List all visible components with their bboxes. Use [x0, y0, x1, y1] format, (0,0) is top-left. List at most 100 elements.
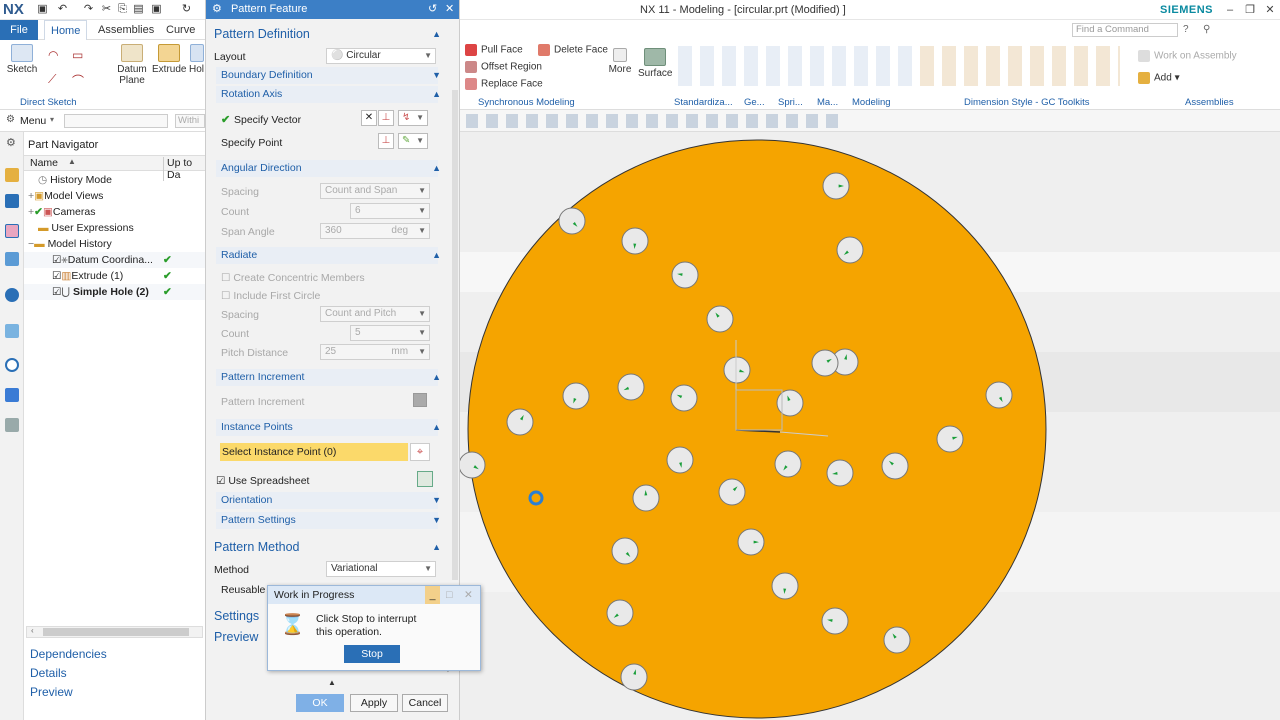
instance-points-header[interactable]: Instance Points — [216, 419, 438, 436]
radiate-header[interactable]: Radiate — [216, 247, 438, 264]
hole-button[interactable]: Hol — [188, 44, 205, 75]
rectangle-icon[interactable]: ▭ — [72, 48, 83, 62]
hole-19[interactable] — [774, 450, 802, 478]
section-pattern-definition[interactable]: Pattern Definition — [214, 25, 444, 43]
delete-face-button[interactable]: Delete Face — [538, 44, 608, 56]
more-options-icon[interactable]: ▲ — [328, 678, 336, 687]
hole-29[interactable] — [883, 626, 911, 654]
hole-2[interactable] — [558, 207, 586, 235]
group-modeling[interactable]: Modeling — [852, 97, 891, 108]
group-ge[interactable]: Ge... — [744, 97, 765, 108]
menu-button[interactable]: Menu — [20, 115, 46, 127]
layout-select[interactable]: ⚪ Circular ▼ — [326, 48, 436, 64]
pattern-settings-header[interactable]: Pattern Settings — [216, 512, 438, 529]
hole-22[interactable] — [632, 484, 660, 512]
point-crosshair-icon[interactable]: ⌖ — [410, 443, 430, 461]
pull-face-button[interactable]: Pull Face — [465, 44, 523, 56]
tree-row-history-mode[interactable]: ◷ History Mode — [24, 172, 205, 188]
tree-row-user-expressions[interactable]: ▬ User Expressions — [24, 220, 205, 236]
pattern-increment-header[interactable]: Pattern Increment — [216, 369, 438, 386]
hole-6[interactable] — [706, 305, 734, 333]
part-view[interactable] — [460, 132, 1280, 720]
group-standardization[interactable]: Standardiza... — [674, 97, 733, 108]
checkbox-checked-icon[interactable]: ☑ — [52, 286, 61, 298]
close-icon[interactable]: ✕ — [1262, 3, 1278, 17]
inferred-point-select[interactable]: ✎ ▼ — [398, 133, 428, 149]
hole-9[interactable] — [723, 356, 751, 384]
hole-3[interactable] — [621, 227, 649, 255]
arc-icon[interactable]: ◠ — [48, 48, 58, 62]
scope-select[interactable]: Withi — [175, 114, 205, 128]
dependencies-panel[interactable]: Dependencies — [30, 647, 107, 661]
checkbox-checked-icon[interactable]: ☑ — [52, 270, 61, 282]
ok-button[interactable]: OK — [296, 694, 344, 712]
group-dimension-style[interactable]: Dimension Style - GC Toolkits — [964, 97, 1089, 108]
expand-icon[interactable]: ▼ — [432, 70, 441, 80]
group-direct-sketch[interactable]: Direct Sketch — [20, 97, 77, 108]
tree-row-model-views[interactable]: +▣Model Views — [24, 188, 205, 204]
select-instance-point[interactable]: Select Instance Point (0) — [220, 443, 408, 461]
extrude-button[interactable]: Extrude — [152, 44, 186, 75]
find-command-input[interactable]: Find a Command — [1072, 23, 1178, 37]
dialog-scrollbar[interactable] — [452, 90, 458, 580]
save-icon[interactable]: ▣ — [36, 3, 49, 16]
section-pattern-method[interactable]: Pattern Method — [214, 538, 444, 556]
hole-16[interactable] — [936, 425, 964, 453]
tab-assemblies[interactable]: Assemblies — [92, 20, 160, 40]
boundary-definition-header[interactable]: Boundary Definition — [216, 67, 438, 84]
history-icon[interactable] — [5, 358, 19, 372]
process-studio-icon[interactable] — [5, 388, 19, 402]
inferred-vector-select[interactable]: ↯ ▼ — [398, 110, 428, 126]
add-button[interactable]: Add ▾ — [1138, 72, 1180, 84]
hole-27[interactable] — [606, 599, 634, 627]
hole-26[interactable] — [771, 572, 799, 600]
minimize-icon[interactable]: – — [1222, 3, 1238, 17]
hd3d-tools-icon[interactable] — [5, 288, 19, 302]
use-spreadsheet-checkbox[interactable]: ☑ Use Spreadsheet — [216, 475, 309, 487]
tree-row-simple-hole[interactable]: ☑⋃ Simple Hole (2) ✔ — [24, 284, 205, 300]
tree-row-model-history[interactable]: −▬ Model History — [24, 236, 205, 252]
restore-icon[interactable]: ❐ — [1242, 3, 1258, 17]
wip-minimize-icon[interactable]: _ — [425, 586, 440, 604]
cancel-button[interactable]: Cancel — [402, 694, 448, 712]
point-dialog-icon[interactable]: ⊥ — [378, 133, 394, 149]
specify-point-label[interactable]: Specify Point — [221, 137, 282, 149]
hole-1[interactable] — [822, 172, 850, 200]
dialog-close-icon[interactable]: ✕ — [445, 0, 454, 19]
column-name[interactable]: Name — [30, 157, 58, 169]
snap-point-icons[interactable] — [466, 114, 846, 128]
hole-5[interactable] — [671, 261, 699, 289]
spreadsheet-icon[interactable] — [417, 471, 433, 487]
specify-vector-label[interactable]: Specify Vector — [234, 114, 301, 126]
method-select[interactable]: Variational ▼ — [326, 561, 436, 577]
group-ma[interactable]: Ma... — [817, 97, 838, 108]
hole-28[interactable] — [821, 607, 849, 635]
hole-24[interactable] — [737, 528, 765, 556]
hole-4[interactable] — [836, 236, 864, 264]
offset-region-button[interactable]: Offset Region — [465, 61, 542, 73]
scroll-left-icon[interactable]: ‹ — [31, 626, 34, 635]
collapse-icon[interactable]: ▲ — [432, 542, 441, 552]
preview-panel[interactable]: Preview — [30, 685, 73, 699]
reuse-library-icon[interactable] — [5, 252, 19, 266]
hole-8[interactable] — [811, 349, 839, 377]
hole-12[interactable] — [617, 373, 645, 401]
angular-direction-header[interactable]: Angular Direction — [216, 160, 438, 177]
group-spri[interactable]: Spri... — [778, 97, 803, 108]
web-browser-icon[interactable] — [5, 324, 19, 338]
copy-icon[interactable]: ⎘ — [116, 3, 129, 16]
tree-row-datum-coordinate[interactable]: ☑⚹Datum Coordina... ✔ — [24, 252, 205, 268]
assembly-navigator-icon[interactable] — [5, 168, 19, 182]
tab-home[interactable]: Home — [44, 20, 88, 40]
search-icon[interactable]: ⚲ — [1203, 24, 1210, 35]
reverse-direction-icon[interactable]: ✕ — [361, 110, 377, 126]
more-button[interactable]: More — [606, 48, 634, 75]
resource-settings-icon[interactable]: ⚙ — [6, 136, 16, 149]
rotation-axis-header[interactable]: Rotation Axis — [216, 86, 438, 103]
paste-icon[interactable]: ▤ — [132, 3, 145, 16]
vector-dialog-icon[interactable]: ⊥ — [378, 110, 394, 126]
hole-14[interactable] — [776, 389, 804, 417]
line-icon[interactable]: ⟋ — [48, 72, 56, 87]
collapse-icon[interactable]: ▲ — [432, 29, 441, 39]
dialog-gear-icon[interactable]: ⚙ — [212, 3, 222, 15]
